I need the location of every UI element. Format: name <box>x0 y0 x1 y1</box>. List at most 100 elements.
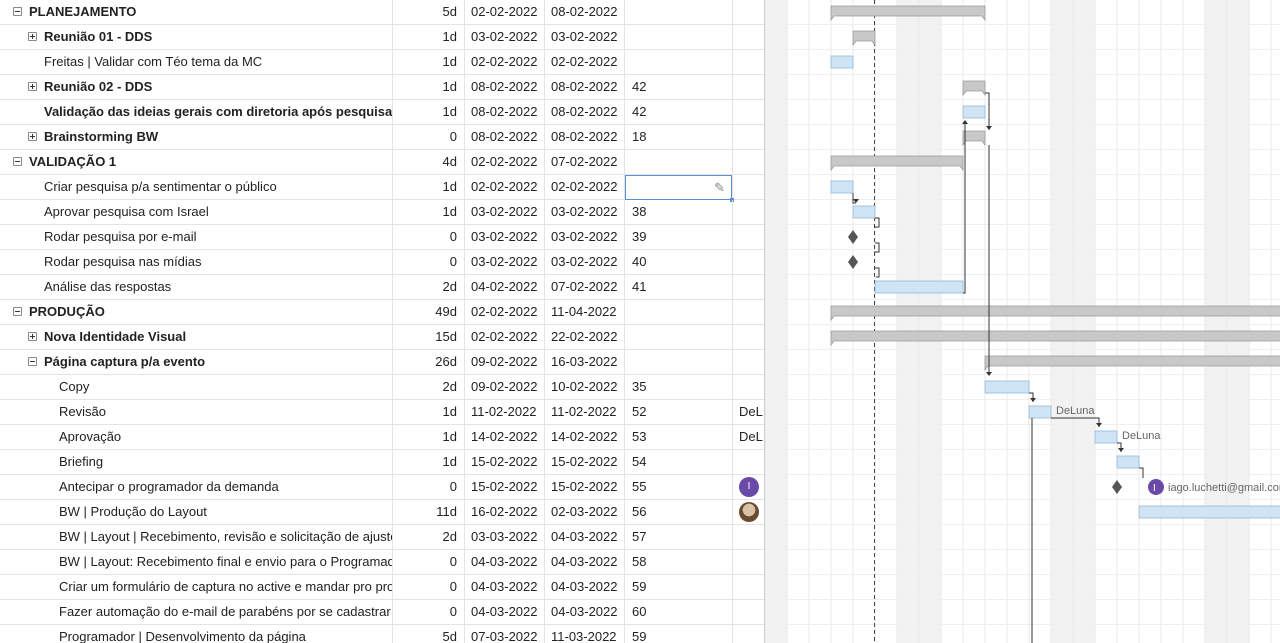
task-start-date[interactable]: 04-03-2022 <box>465 600 545 624</box>
task-duration[interactable]: 1d <box>393 400 465 424</box>
task-name-cell[interactable]: Antecipar o programador da demanda <box>0 475 393 499</box>
task-start-date[interactable]: 02-02-2022 <box>465 0 545 24</box>
task-duration[interactable]: 0 <box>393 225 465 249</box>
task-name-cell[interactable]: Briefing <box>0 450 393 474</box>
task-name-cell[interactable]: BW | Layout: Recebimento final e envio p… <box>0 550 393 574</box>
task-resource[interactable]: I <box>733 475 764 499</box>
task-end-date[interactable]: 11-04-2022 <box>545 300 625 324</box>
task-row[interactable]: Análise das respostas 2d 04-02-2022 07-02-2… <box>0 275 764 300</box>
task-row[interactable]: Revisão 1d 11-02-2022 11-02-2022 52 DeL <box>0 400 764 425</box>
task-name-cell[interactable]: Brainstorming BW <box>0 125 393 149</box>
task-name-cell[interactable]: PLANEJAMENTO <box>0 0 393 24</box>
task-duration[interactable]: 4d <box>393 150 465 174</box>
task-duration[interactable]: 0 <box>393 600 465 624</box>
task-duration[interactable]: 26d <box>393 350 465 374</box>
task-row[interactable]: Brainstorming BW 0 08-02-2022 08-02-2022 18 <box>0 125 764 150</box>
task-start-date[interactable]: 14-02-2022 <box>465 425 545 449</box>
task-resource[interactable] <box>733 375 764 399</box>
task-name-cell[interactable]: Criar um formulário de captura no active… <box>0 575 393 599</box>
task-name-cell[interactable]: Copy <box>0 375 393 399</box>
expand-icon[interactable] <box>28 332 37 341</box>
task-start-date[interactable]: 02-02-2022 <box>465 50 545 74</box>
task-duration[interactable]: 1d <box>393 200 465 224</box>
task-row[interactable]: BW | Produção do Layout 11d 16-02-2022 02-0… <box>0 500 764 525</box>
task-end-date[interactable]: 11-02-2022 <box>545 400 625 424</box>
task-name-cell[interactable]: Rodar pesquisa por e-mail <box>0 225 393 249</box>
task-row[interactable]: Programador | Desenvolvimento da página 5… <box>0 625 764 643</box>
task-end-date[interactable]: 08-02-2022 <box>545 0 625 24</box>
task-end-date[interactable]: 08-02-2022 <box>545 125 625 149</box>
task-row[interactable]: Antecipar o programador da demanda 0 15-02… <box>0 475 764 500</box>
task-predecessor[interactable] <box>625 50 733 74</box>
task-start-date[interactable]: 03-03-2022 <box>465 525 545 549</box>
task-predecessor[interactable]: 59 <box>625 575 733 599</box>
task-resource[interactable]: DeL <box>733 425 764 449</box>
task-end-date[interactable]: 16-03-2022 <box>545 350 625 374</box>
task-resource[interactable] <box>733 125 764 149</box>
task-start-date[interactable]: 08-02-2022 <box>465 75 545 99</box>
task-predecessor[interactable]: 57 <box>625 525 733 549</box>
task-end-date[interactable]: 04-03-2022 <box>545 525 625 549</box>
task-start-date[interactable]: 03-02-2022 <box>465 250 545 274</box>
task-start-date[interactable]: 15-02-2022 <box>465 475 545 499</box>
task-end-date[interactable]: 11-03-2022 <box>545 625 625 643</box>
task-start-date[interactable]: 02-02-2022 <box>465 150 545 174</box>
task-end-date[interactable]: 04-03-2022 <box>545 550 625 574</box>
task-name-cell[interactable]: Reunião 02 - DDS <box>0 75 393 99</box>
task-start-date[interactable]: 04-02-2022 <box>465 275 545 299</box>
task-start-date[interactable]: 03-02-2022 <box>465 225 545 249</box>
task-end-date[interactable]: 04-03-2022 <box>545 600 625 624</box>
task-end-date[interactable]: 07-02-2022 <box>545 150 625 174</box>
task-name-cell[interactable]: Nova Identidade Visual <box>0 325 393 349</box>
task-duration[interactable]: 0 <box>393 575 465 599</box>
task-row[interactable]: Briefing 1d 15-02-2022 15-02-2022 54 <box>0 450 764 475</box>
task-row[interactable]: PLANEJAMENTO 5d 02-02-2022 08-02-2022 <box>0 0 764 25</box>
task-predecessor[interactable]: 18 <box>625 125 733 149</box>
task-row[interactable]: VALIDAÇÃO 1 4d 02-02-2022 07-02-2022 <box>0 150 764 175</box>
task-row[interactable]: Fazer automação do e-mail de parabéns po… <box>0 600 764 625</box>
task-duration[interactable]: 1d <box>393 100 465 124</box>
task-row[interactable]: Copy 2d 09-02-2022 10-02-2022 35 <box>0 375 764 400</box>
task-row[interactable]: Rodar pesquisa nas mídias 0 03-02-2022 03-0… <box>0 250 764 275</box>
task-row[interactable]: BW | Layout | Recebimento, revisão e sol… <box>0 525 764 550</box>
task-row[interactable]: Rodar pesquisa por e-mail 0 03-02-2022 03-0… <box>0 225 764 250</box>
task-predecessor[interactable]: 56 <box>625 500 733 524</box>
task-start-date[interactable]: 03-02-2022 <box>465 25 545 49</box>
task-row[interactable]: Freitas | Validar com Téo tema da MC 1d 02… <box>0 50 764 75</box>
task-start-date[interactable]: 16-02-2022 <box>465 500 545 524</box>
task-name-cell[interactable]: Aprovação <box>0 425 393 449</box>
task-start-date[interactable]: 09-02-2022 <box>465 375 545 399</box>
task-end-date[interactable]: 15-02-2022 <box>545 450 625 474</box>
task-predecessor[interactable]: 38 <box>625 200 733 224</box>
task-end-date[interactable]: 02-02-2022 <box>545 175 625 199</box>
task-end-date[interactable]: 07-02-2022 <box>545 275 625 299</box>
task-end-date[interactable]: 02-02-2022 <box>545 50 625 74</box>
task-predecessor[interactable]: 53 <box>625 425 733 449</box>
task-duration[interactable]: 2d <box>393 375 465 399</box>
collapse-icon[interactable] <box>13 307 22 316</box>
task-resource[interactable] <box>733 300 764 324</box>
task-end-date[interactable]: 03-02-2022 <box>545 25 625 49</box>
task-name-cell[interactable]: Freitas | Validar com Téo tema da MC <box>0 50 393 74</box>
task-predecessor[interactable] <box>625 25 733 49</box>
task-name-cell[interactable]: Reunião 01 - DDS <box>0 25 393 49</box>
task-resource[interactable] <box>733 600 764 624</box>
task-duration[interactable]: 2d <box>393 525 465 549</box>
task-end-date[interactable]: 04-03-2022 <box>545 575 625 599</box>
task-resource[interactable] <box>733 150 764 174</box>
task-name-cell[interactable]: Rodar pesquisa nas mídias <box>0 250 393 274</box>
expand-icon[interactable] <box>28 132 37 141</box>
task-name-cell[interactable]: Fazer automação do e-mail de parabéns po… <box>0 600 393 624</box>
task-start-date[interactable]: 02-02-2022 <box>465 325 545 349</box>
task-duration[interactable]: 1d <box>393 50 465 74</box>
task-predecessor[interactable]: 40 <box>625 250 733 274</box>
task-start-date[interactable]: 02-02-2022 <box>465 175 545 199</box>
task-end-date[interactable]: 03-02-2022 <box>545 250 625 274</box>
task-resource[interactable] <box>733 175 764 199</box>
task-resource[interactable] <box>733 525 764 549</box>
task-row[interactable]: PRODUÇÃO 49d 02-02-2022 11-04-2022 <box>0 300 764 325</box>
task-predecessor[interactable] <box>625 150 733 174</box>
task-predecessor[interactable]: 41 <box>625 275 733 299</box>
task-name-cell[interactable]: Página captura p/a evento <box>0 350 393 374</box>
task-resource[interactable] <box>733 225 764 249</box>
